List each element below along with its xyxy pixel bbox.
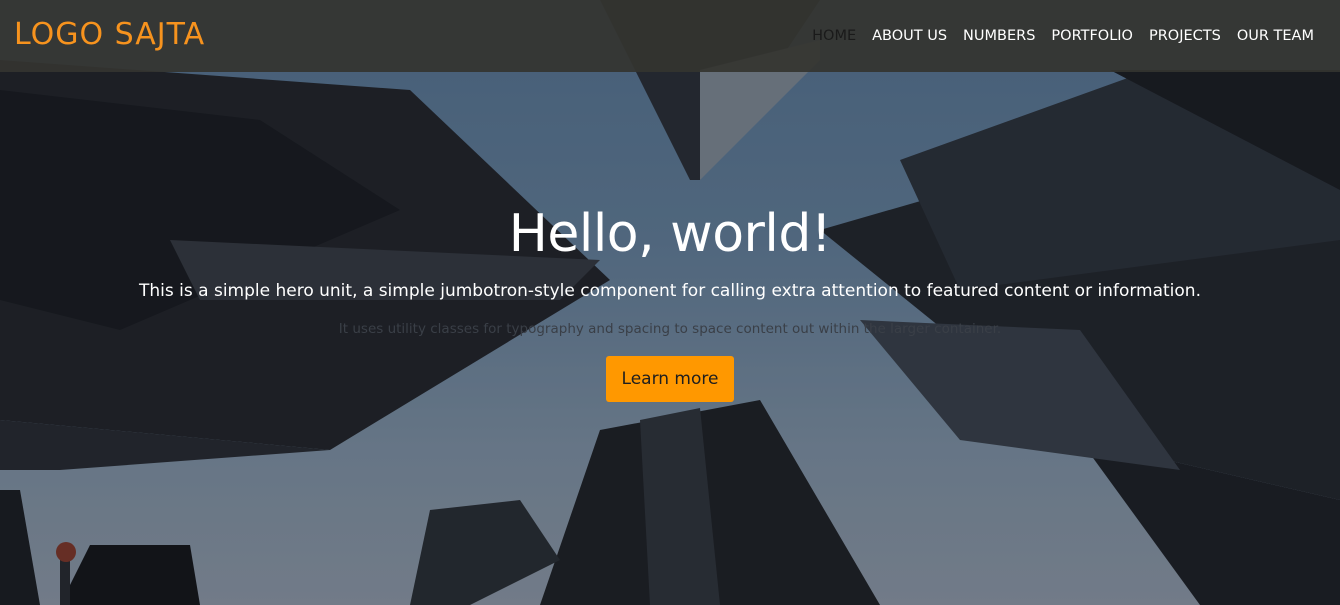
nav-item-portfolio: PORTFOLIO: [1043, 26, 1141, 46]
logo-link[interactable]: LOGO SAJTA: [14, 14, 205, 56]
nav-link-home[interactable]: HOME: [804, 26, 864, 46]
hero-title: Hello, world!: [508, 204, 832, 264]
nav-link-about-us[interactable]: ABOUT US: [864, 26, 955, 46]
hero-sub-text: It uses utility classes for typography a…: [338, 321, 1002, 337]
navbar: LOGO SAJTA HOME ABOUT US NUMBERS PORTFOL…: [0, 0, 1340, 72]
learn-more-button[interactable]: Learn more: [605, 356, 735, 402]
nav-item-projects: PROJECTS: [1141, 26, 1229, 46]
nav-item-our-team: OUR TEAM: [1229, 26, 1322, 46]
jumbotron: Hello, world! This is a simple hero unit…: [0, 196, 1340, 402]
nav-link-our-team[interactable]: OUR TEAM: [1229, 26, 1322, 46]
nav-item-numbers: NUMBERS: [955, 26, 1043, 46]
hero-lead-text: This is a simple hero unit, a simple jum…: [139, 281, 1201, 301]
nav-item-about-us: ABOUT US: [864, 26, 955, 46]
nav-link-portfolio[interactable]: PORTFOLIO: [1043, 26, 1141, 46]
nav-link-numbers[interactable]: NUMBERS: [955, 26, 1043, 46]
nav-link-projects[interactable]: PROJECTS: [1141, 26, 1229, 46]
nav-menu: HOME ABOUT US NUMBERS PORTFOLIO PROJECTS…: [804, 26, 1322, 46]
page: LOGO SAJTA HOME ABOUT US NUMBERS PORTFOL…: [0, 0, 1340, 605]
nav-item-home: HOME: [804, 26, 864, 46]
